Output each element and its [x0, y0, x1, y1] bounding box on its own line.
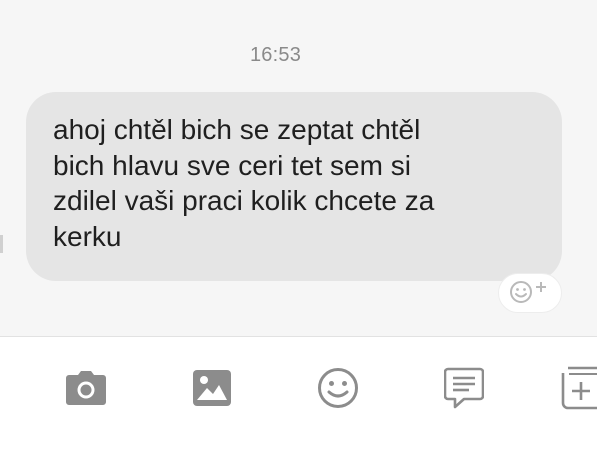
camera-button[interactable] [63, 365, 109, 411]
composer-toolbar [0, 337, 597, 461]
gallery-button[interactable] [189, 365, 235, 411]
left-edge-indicator [0, 235, 3, 253]
add-reaction-button[interactable] [498, 273, 562, 313]
message-template-icon [444, 367, 484, 409]
add-box-icon [560, 366, 597, 410]
message-text: ahoj chtěl bich se zeptat chtěl bich hla… [53, 114, 435, 252]
emoji-button[interactable] [315, 365, 361, 411]
camera-icon [65, 370, 107, 406]
incoming-message-bubble[interactable]: ahoj chtěl bich se zeptat chtěl bich hla… [26, 92, 562, 281]
emoji-add-icon [508, 278, 552, 309]
image-icon [192, 369, 232, 407]
message-timestamp: 16:53 [249, 44, 302, 66]
more-options-button[interactable] [560, 365, 597, 411]
smiley-icon [317, 367, 359, 409]
conversation-area: 16:53 ahoj chtěl bich se zeptat chtěl bi… [0, 0, 597, 336]
quick-reply-button[interactable] [441, 365, 487, 411]
